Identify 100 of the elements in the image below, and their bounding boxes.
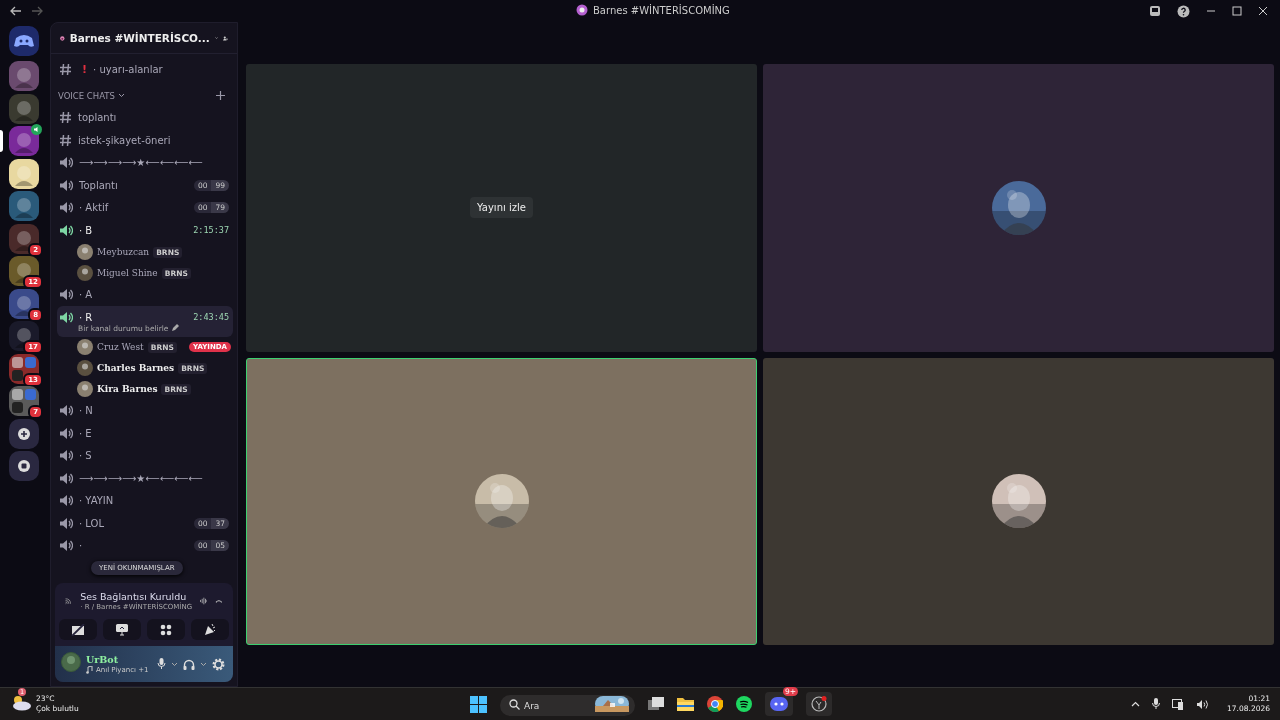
server-icon[interactable] bbox=[9, 288, 39, 319]
user-name[interactable]: Kira Barnes bbox=[97, 384, 158, 394]
call-timer: 2:43:45 bbox=[193, 312, 230, 323]
channel-name[interactable]: ⟶⟶⟶⟶★⟵⟵⟵⟵ bbox=[79, 157, 203, 169]
video-tile[interactable] bbox=[246, 357, 757, 645]
microphone-icon[interactable] bbox=[1152, 698, 1161, 710]
pencil-icon[interactable] bbox=[171, 324, 180, 332]
settings-icon[interactable] bbox=[212, 657, 225, 671]
user-name: UrBot bbox=[86, 654, 120, 665]
connection-status: Ses Bağlantısı Kuruldu bbox=[80, 591, 187, 602]
hang-up-icon[interactable] bbox=[215, 597, 223, 605]
back-icon[interactable] bbox=[10, 6, 22, 16]
screen-share-icon bbox=[115, 623, 129, 636]
channel-name[interactable]: · A bbox=[79, 289, 93, 301]
channel-name[interactable]: ⟶⟶⟶⟶★⟵⟵⟵⟵ bbox=[79, 472, 203, 484]
task-view-icon[interactable] bbox=[648, 697, 664, 711]
signal-icon bbox=[65, 595, 73, 607]
network-icon[interactable] bbox=[1172, 698, 1185, 710]
app-icon[interactable] bbox=[811, 696, 827, 712]
avatar bbox=[77, 244, 93, 260]
call-timer: 2:15:37 bbox=[193, 225, 230, 236]
close-icon[interactable] bbox=[1258, 6, 1268, 16]
speaker-icon bbox=[59, 288, 73, 302]
speaker-icon bbox=[59, 178, 73, 192]
channel-name[interactable]: · E bbox=[79, 427, 92, 439]
user-name[interactable]: Meybuzcan bbox=[97, 247, 150, 257]
hashtag-icon bbox=[59, 133, 72, 147]
speaker-icon bbox=[59, 516, 73, 530]
avatar[interactable] bbox=[61, 652, 81, 672]
server-name[interactable]: Barnes #WİNTERİSCO... bbox=[69, 32, 210, 44]
speaker-icon bbox=[59, 471, 73, 485]
speaker-icon bbox=[59, 539, 73, 553]
video-tile[interactable]: Yayını izle bbox=[246, 64, 757, 352]
channel-name[interactable]: · LOL bbox=[79, 517, 104, 529]
speaker-icon bbox=[59, 494, 73, 508]
channel-name[interactable]: · R bbox=[79, 311, 93, 323]
user-name[interactable]: Cruz West bbox=[97, 342, 144, 352]
camera-off-icon bbox=[71, 623, 85, 636]
grid-icon bbox=[160, 623, 172, 636]
start-icon[interactable] bbox=[470, 695, 487, 713]
volume-icon[interactable] bbox=[1196, 698, 1210, 710]
soundboard-button[interactable] bbox=[191, 619, 229, 640]
browser-icon[interactable] bbox=[707, 696, 723, 712]
avatar bbox=[77, 265, 93, 281]
add-channel-icon[interactable] bbox=[216, 91, 225, 100]
soundboard-icon[interactable] bbox=[200, 595, 208, 607]
channel-name[interactable]: · N bbox=[79, 405, 93, 417]
add-server-icon[interactable] bbox=[9, 418, 39, 449]
inbox-icon[interactable] bbox=[1149, 5, 1161, 17]
speaker-icon bbox=[59, 201, 73, 215]
chevron-down-icon[interactable] bbox=[171, 661, 178, 667]
video-tile[interactable] bbox=[763, 64, 1274, 352]
server-folder-icon[interactable] bbox=[9, 353, 39, 384]
channel-name[interactable]: · B bbox=[79, 224, 93, 236]
speaker-icon bbox=[59, 404, 73, 418]
headphones-icon[interactable] bbox=[183, 658, 195, 670]
video-tile[interactable] bbox=[763, 357, 1274, 645]
channel-name[interactable]: · bbox=[79, 540, 83, 552]
avatar bbox=[77, 360, 93, 376]
channel-name[interactable]: istek-şikayet-öneri bbox=[78, 134, 171, 146]
speaker-icon bbox=[59, 449, 73, 463]
server-icon[interactable] bbox=[9, 158, 39, 189]
camera-off-button[interactable] bbox=[59, 619, 97, 640]
screen-share-button[interactable] bbox=[103, 619, 141, 640]
channel-name: · uyarı-alanlar bbox=[93, 63, 163, 75]
music-note-icon bbox=[86, 666, 93, 674]
server-icon bbox=[576, 4, 588, 16]
category-header[interactable]: VOICE CHATS bbox=[58, 90, 115, 101]
chevron-down-icon[interactable] bbox=[200, 661, 207, 667]
speaker-icon bbox=[59, 310, 73, 324]
channel-name[interactable]: · Aktif bbox=[79, 202, 109, 214]
channel-name[interactable]: · YAYIN bbox=[79, 495, 114, 507]
maximize-icon[interactable] bbox=[1232, 6, 1242, 16]
server-icon[interactable] bbox=[9, 126, 39, 157]
chevron-up-icon[interactable] bbox=[1131, 701, 1141, 707]
forward-icon[interactable] bbox=[31, 6, 43, 16]
folder-icon[interactable] bbox=[677, 697, 694, 711]
watch-stream-button[interactable]: Yayını izle bbox=[470, 197, 533, 219]
music-app-icon[interactable] bbox=[736, 696, 752, 712]
channel-name[interactable]: Toplantı bbox=[79, 179, 118, 191]
compass-icon[interactable] bbox=[9, 451, 39, 482]
text-channel[interactable]: ! · uyarı-alanlar bbox=[57, 58, 233, 81]
party-popper-icon bbox=[203, 623, 217, 636]
chevron-down-icon[interactable] bbox=[117, 93, 125, 98]
channel-name[interactable]: toplantı bbox=[78, 112, 117, 124]
cloudy-weather-icon bbox=[10, 693, 32, 711]
channel-name[interactable]: · S bbox=[79, 450, 92, 462]
server-folder-icon[interactable] bbox=[9, 386, 39, 417]
microphone-icon[interactable] bbox=[157, 658, 166, 670]
home-icon[interactable] bbox=[9, 26, 39, 56]
hashtag-icon bbox=[59, 62, 72, 76]
speaker-icon bbox=[59, 156, 73, 170]
avatar bbox=[77, 381, 93, 397]
activities-button[interactable] bbox=[147, 619, 185, 640]
user-name[interactable]: Miguel Shine bbox=[97, 268, 158, 278]
help-icon[interactable] bbox=[1177, 4, 1190, 18]
user-name[interactable]: Charles Barnes bbox=[97, 363, 175, 373]
search-icon bbox=[509, 698, 520, 710]
window-title: Barnes #WİNTERİSCOMİNG bbox=[593, 4, 730, 16]
chat-app-icon[interactable] bbox=[770, 696, 788, 712]
